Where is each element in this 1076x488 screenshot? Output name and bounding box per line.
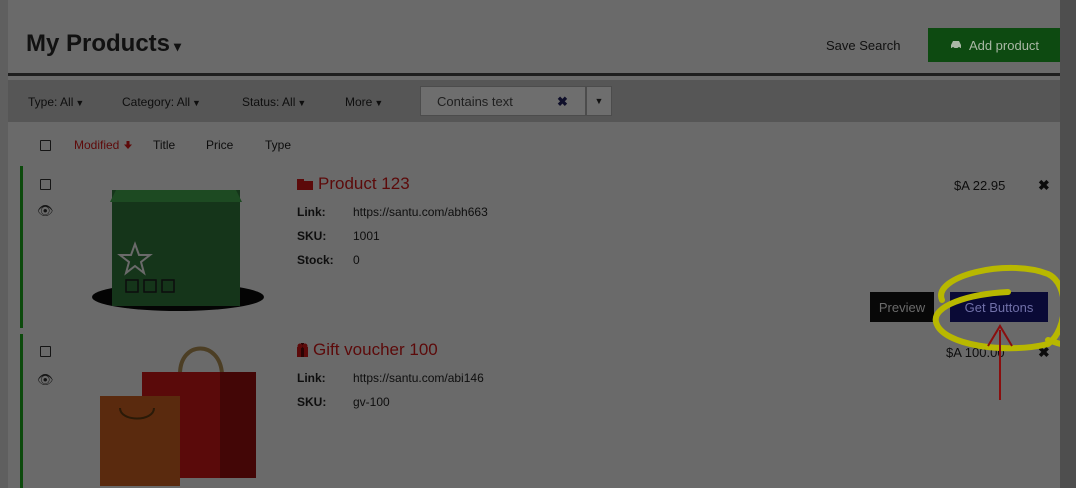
select-all-checkbox[interactable] <box>40 140 51 151</box>
filter-status[interactable]: Status: All ▼ <box>242 95 306 109</box>
column-modified-label: Modified <box>74 138 120 152</box>
scrollbar-track[interactable] <box>1060 0 1076 488</box>
shopping-bags-image <box>100 346 256 486</box>
filter-category[interactable]: Category: All ▼ <box>122 95 201 109</box>
green-box-image <box>92 190 264 311</box>
eye-icon[interactable]: 👁 <box>37 372 54 388</box>
filter-category-label: Category: All <box>122 95 191 109</box>
page-header: My Products ▾ Save Search Add product <box>8 0 1060 76</box>
filter-type[interactable]: Type: All ▼ <box>28 95 84 109</box>
filter-type-label: Type: All <box>28 95 74 109</box>
products-page: My Products ▾ Save Search Add product Typ… <box>8 0 1060 488</box>
sort-title[interactable]: Title <box>153 138 175 152</box>
sort-modified[interactable]: Modified <box>74 138 133 152</box>
eye-icon[interactable]: 👁 <box>37 203 54 219</box>
product-price: $A 100.00 <box>946 345 1005 360</box>
product-details: Link: https://santu.com/abh663 SKU: 1001 S… <box>297 200 488 272</box>
search-box: ✖ <box>420 86 586 116</box>
clear-search-icon[interactable]: ✖ <box>557 94 568 110</box>
search-input[interactable] <box>437 94 547 109</box>
filter-status-label: Status: All <box>242 95 296 109</box>
search-options-dropdown[interactable]: ▼ <box>586 86 612 116</box>
package-icon <box>297 178 313 190</box>
page-title[interactable]: My Products ▾ <box>26 30 181 58</box>
link-label: Link: <box>297 371 326 385</box>
delete-product-icon[interactable]: ✖ <box>1038 177 1050 194</box>
sku-label: SKU: <box>297 229 327 243</box>
caret-down-icon: ▼ <box>192 98 201 108</box>
product-title-link[interactable]: Product 123 <box>296 174 410 194</box>
save-search-link[interactable]: Save Search <box>826 38 900 53</box>
product-sku: 1001 <box>353 229 380 243</box>
page-title-text: My Products <box>26 30 171 57</box>
row-status-bar <box>20 334 23 488</box>
product-title: Gift voucher 100 <box>313 340 438 359</box>
caret-down-icon: ▼ <box>297 98 307 108</box>
filter-more-label: More <box>345 95 373 109</box>
caret-down-icon: ▼ <box>75 98 85 108</box>
gift-icon <box>297 343 308 357</box>
arrow-down-icon <box>123 141 132 149</box>
product-title: Product 123 <box>318 174 410 193</box>
get-buttons-button[interactable]: Get Buttons <box>950 292 1048 322</box>
stock-label: Stock: <box>297 253 334 267</box>
product-title-link[interactable]: Gift voucher 100 <box>296 340 438 360</box>
sort-type[interactable]: Type <box>265 138 291 152</box>
car-icon <box>950 41 961 50</box>
sort-price[interactable]: Price <box>206 138 233 152</box>
product-sku: gv-100 <box>353 395 390 409</box>
product-checkbox[interactable] <box>40 179 51 190</box>
product-details: Link: https://santu.com/abi146 SKU: gv-100 <box>297 366 484 414</box>
product-stock: 0 <box>353 253 360 267</box>
product-checkbox[interactable] <box>40 346 51 357</box>
product-price: $A 22.95 <box>954 178 1006 193</box>
product-link[interactable]: https://santu.com/abi146 <box>353 371 484 385</box>
link-label: Link: <box>297 205 326 219</box>
sku-label: SKU: <box>297 395 327 409</box>
add-product-button[interactable]: Add product <box>928 28 1060 62</box>
add-product-label: Add product <box>968 37 1040 53</box>
chevron-down-icon[interactable]: ▾ <box>174 38 181 54</box>
caret-down-icon: ▼ <box>594 96 604 106</box>
delete-product-icon[interactable]: ✖ <box>1038 344 1050 361</box>
filter-bar: Type: All ▼ Category: All ▼ Status: All ▼ M… <box>8 80 1060 122</box>
preview-button[interactable]: Preview <box>870 292 934 322</box>
caret-down-icon: ▼ <box>374 98 384 108</box>
filter-more[interactable]: More ▼ <box>345 95 383 109</box>
row-status-bar <box>20 166 23 328</box>
product-link[interactable]: https://santu.com/abh663 <box>353 205 488 219</box>
